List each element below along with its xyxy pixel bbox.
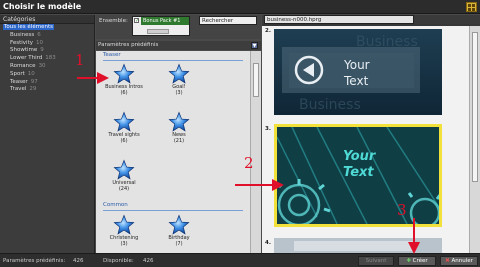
status-bar: Paramètres prédéfinis: 426 Disponible: 4… [0, 253, 480, 267]
cancel-icon: ✖ [445, 258, 450, 264]
presets-count-label: Paramètres prédéfinis: [3, 258, 66, 264]
grid-view-icon[interactable] [466, 2, 477, 12]
star-icon [168, 112, 190, 132]
categories-header: Catégories [0, 15, 94, 24]
preview-list: 2. Your Text Business Business 3. Your T… [262, 26, 469, 253]
section-divider [103, 60, 243, 61]
presets-scrollbar[interactable] [250, 51, 261, 253]
thumbnail-index: 2. [265, 28, 271, 34]
annotation-number-3: 3 [397, 201, 407, 219]
thumbnail-image [274, 238, 442, 253]
star-icon [113, 112, 135, 132]
available-label: Disponible: [103, 258, 134, 264]
ensemble-scrollbar[interactable] [147, 29, 169, 34]
presets-count-value: 426 [73, 258, 84, 264]
preview-header: business-n000.hprg [262, 15, 480, 24]
preview-panel: business-n000.hprg 2. Your Text Business [262, 15, 480, 253]
scroll-thumb[interactable] [472, 32, 478, 182]
svg-text:Business: Business [299, 97, 361, 113]
annotation-number-1: 1 [75, 51, 85, 69]
preset-birthday[interactable]: Birthday (7) [157, 214, 201, 247]
available-value: 426 [143, 258, 154, 264]
svg-text:Business: Business [356, 34, 418, 50]
star-icon [113, 64, 135, 84]
star-icon [113, 160, 135, 180]
star-icon [168, 215, 190, 235]
section-title-teaser: Teaser [103, 52, 121, 58]
preset-christening[interactable]: Christening (3) [102, 214, 146, 247]
category-item-travel[interactable]: Travel 29 [0, 86, 94, 94]
ensemble-checkbox[interactable]: ✓ [134, 18, 139, 24]
category-item-sport[interactable]: Sport 10 [0, 71, 94, 79]
star-icon [113, 215, 135, 235]
create-button[interactable]: ✚ Créer [398, 256, 436, 266]
ensemble-list[interactable]: ✓ Bonus Pack #1 [132, 16, 190, 36]
thumbnail-index: 3. [265, 126, 271, 132]
thumbnail-image: Your Text Business Business [274, 29, 442, 115]
svg-text:Your: Your [343, 149, 377, 164]
thumbnail-teal-selected[interactable]: Your Text [274, 124, 442, 229]
star-icon [168, 64, 190, 84]
window-title: Choisir le modèle [3, 2, 82, 11]
filter-row: Ensemble: ✓ Bonus Pack #1 Rechercher [96, 15, 261, 39]
ensemble-label: Ensemble: [99, 18, 128, 24]
title-bar: Choisir le modèle [0, 0, 480, 14]
thumbnail-image: Your Text [275, 126, 442, 229]
category-item-teaser[interactable]: Teaser 97 [0, 79, 94, 87]
next-button[interactable]: Suivant [358, 256, 394, 266]
section-title-common: Common [103, 202, 128, 208]
preset-goal[interactable]: Goal! (3) [157, 63, 201, 96]
thumbnail-business[interactable]: Your Text Business Business [274, 29, 442, 115]
create-icon: ✚ [406, 258, 411, 264]
presets-grid: Teaser Business Intros (6) Goal! (3) Tra… [96, 51, 250, 253]
preset-travel-sights[interactable]: Travel sights (6) [102, 111, 146, 144]
category-item-all[interactable]: Tous les éléments [0, 24, 94, 32]
thumbnail-index: 4. [265, 240, 271, 246]
thumbnail-next[interactable] [274, 238, 442, 253]
presets-panel: Ensemble: ✓ Bonus Pack #1 Rechercher Par… [96, 15, 261, 253]
svg-text:Text: Text [343, 74, 369, 88]
preset-universal[interactable]: Universal (24) [102, 159, 146, 192]
preset-business-intros[interactable]: Business Intros (6) [102, 63, 146, 96]
cancel-button[interactable]: ✖ Annuler [440, 256, 478, 266]
annotation-number-2: 2 [244, 154, 254, 172]
category-item-festivity[interactable]: Festivity 10 [0, 40, 94, 48]
preset-news[interactable]: News (21) [157, 111, 201, 144]
preview-scrollbar[interactable] [469, 26, 480, 253]
section-divider [103, 210, 243, 211]
svg-text:Your: Your [343, 58, 370, 72]
svg-text:Text: Text [343, 165, 374, 180]
category-item-business[interactable]: Business 6 [0, 32, 94, 40]
filename-field[interactable]: business-n000.hprg [264, 15, 414, 24]
presets-header: Paramètres prédéfinis ▼ [96, 41, 261, 50]
ensemble-value[interactable]: Bonus Pack #1 [141, 17, 189, 25]
search-input[interactable]: Rechercher [199, 16, 257, 25]
scroll-thumb[interactable] [253, 63, 259, 97]
download-icon[interactable]: ▼ [251, 42, 258, 49]
